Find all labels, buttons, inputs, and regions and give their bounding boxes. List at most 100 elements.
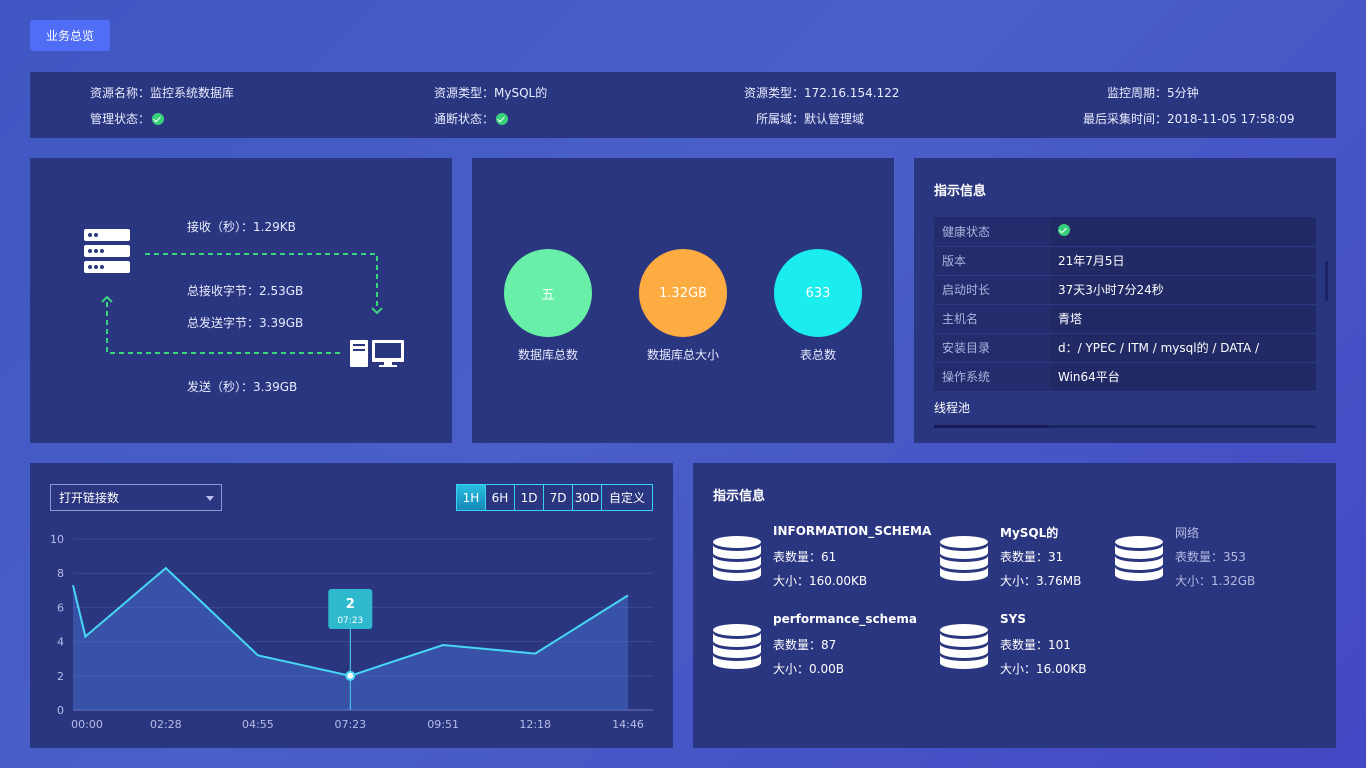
table-row: 启动时长 37天3小时7分24秒 [934,275,1316,305]
hostname-value: 青塔 [1050,304,1316,334]
database-icon [713,536,761,581]
database-size: 大小：16.00KB [1000,662,1087,676]
database-table-count: 表数量：353 [1175,550,1246,564]
range-6h-button[interactable]: 6H [486,485,515,510]
table-count-circle: 633 [774,249,862,337]
domain-text: 所属域：默认管理域 [756,112,865,126]
x-tick-label: 09:51 [427,718,459,731]
manage-status: 管理状态： [90,110,165,127]
tooltip-value: 2 [346,597,355,612]
chevron-down-icon [206,496,214,501]
install-dir-value: d：/ YPEC / ITM / mysql的 / DATA / [1050,333,1316,363]
indicator-info-panel: 指示信息 健康状态 版本 21年7月5日 启动时长 37天3小时7分24秒 主机名青… [914,158,1336,443]
metric-select[interactable]: 打开链接数 [50,484,222,511]
database-table-count: 表数量：61 [773,550,837,564]
x-tick-label: 07:23 [334,718,366,731]
monitor-period-text: 监控周期：5分钟 [1107,86,1199,100]
y-tick-label: 6 [57,601,64,614]
traffic-panel: 接收（秒）：1.29KB 总接收字节：2.53GB 总发送字节：3.39GB 发… [30,158,452,443]
database-table-count: 表数量：101 [1000,638,1071,652]
x-tick-label: 14:46 [612,718,644,731]
health-value [1050,217,1316,247]
hostname-key: 主机名 [934,304,1050,334]
last-collect-text: 最后采集时间：2018-11-05 17:58:09 [1083,112,1295,126]
resource-type: 资源类型：MySQL的 [434,84,547,101]
range-custom-button[interactable]: 自定义 [602,485,652,510]
health-ok-icon [1058,223,1070,236]
database-item[interactable]: 网络 表数量：353 大小：1.32GB [1115,524,1325,594]
db-count-label: 数据库总数 [517,348,578,362]
monitor-period: 监控周期：5分钟 [1107,84,1199,101]
traffic-diagram [84,229,404,367]
table-row: 主机名 青塔 [934,304,1316,334]
table-row: 安装目录 d：/ YPEC / ITM / mysql的 / DATA / [934,333,1316,363]
computer-icon [350,340,404,367]
overview-button[interactable]: 业务总览 [30,20,110,51]
os-value: Win64平台 [1050,362,1316,392]
receive-arrow-head [371,307,383,315]
uptime-value: 37天3小时7分24秒 [1050,275,1316,305]
receive-rate: 接收（秒）：1.29KB [187,220,296,234]
range-1h-button[interactable]: 1H [457,485,486,510]
table-row: 操作系统 Win64平台 [934,362,1316,392]
range-1d-button[interactable]: 1D [515,485,544,510]
resource-info-bar: 资源名称：监控系统数据库 资源类型：MySQL的 资源类型：172.16.154… [30,72,1336,138]
resource-ip-text: 资源类型：172.16.154.122 [744,86,900,100]
table-row: 健康状态 [934,217,1316,247]
db-size-label: 数据库总大小 [646,348,719,362]
total-received: 总接收字节：2.53GB [187,284,304,298]
database-name: MySQL的 [1000,526,1059,540]
y-tick-label: 8 [57,567,64,580]
manage-status-ok-icon [152,112,165,125]
database-icon [940,536,988,581]
x-tick-label: 04:55 [242,718,274,731]
database-name: 网络 [1175,526,1200,540]
resource-type-text: 资源类型：MySQL的 [434,86,548,100]
install-dir-key: 安装目录 [934,333,1050,363]
db-size-circle: 1.32GB [639,249,727,337]
range-7d-button[interactable]: 7D [544,485,573,510]
y-tick-label: 10 [50,533,64,546]
database-name: SYS [1000,612,1026,626]
conn-status: 通断状态： [434,110,509,127]
chart-panel: 打开链接数 1H 6H 1D 7D 30D 自定义 0 2 4 6 8 10 00:00 02… [30,463,673,748]
table-count-label: 表总数 [799,348,836,362]
database-size: 大小：0.00B [773,662,844,676]
send-arrow-head [101,295,113,303]
database-size: 大小：160.00KB [773,574,868,588]
table-count-value: 633 [805,285,831,301]
thread-pool-bar [934,425,1316,428]
database-list-title: 指示信息 [713,489,766,504]
indicator-table: 健康状态 版本 21年7月5日 启动时长 37天3小时7分24秒 主机名 青塔 安装目… [934,217,1316,392]
database-item[interactable]: performance_schema 表数量：87 大小：0.00B [713,612,923,682]
database-size: 大小：3.76MB [1000,574,1082,588]
database-name: performance_schema [773,612,917,626]
table-row: 版本 21年7月5日 [934,246,1316,276]
total-sent: 总发送字节：3.39GB [187,316,304,330]
health-key: 健康状态 [934,217,1050,247]
resource-ip: 资源类型：172.16.154.122 [744,84,899,101]
range-30d-button[interactable]: 30D [573,485,602,510]
last-collect-time: 最后采集时间：2018-11-05 17:58:09 [1083,110,1294,127]
indicator-info-title: 指示信息 [934,184,987,199]
x-tick-label: 02:28 [150,718,182,731]
database-icon [940,624,988,669]
time-range-group: 1H 6H 1D 7D 30D 自定义 [456,484,653,511]
resource-name-text: 资源名称：监控系统数据库 [90,86,235,100]
tooltip-time: 07:23 [337,616,363,626]
version-value: 21年7月5日 [1050,246,1316,276]
y-tick-label: 4 [57,636,64,649]
conn-status-label: 通断状态： [434,112,495,126]
database-item[interactable]: SYS 表数量：101 大小：16.00KB [940,612,1150,682]
db-count-circle: 五 [504,249,592,337]
database-name: INFORMATION_SCHEMA [773,524,932,538]
uptime-key: 启动时长 [934,275,1050,305]
x-tick-label: 12:18 [519,718,551,731]
manage-status-label: 管理状态： [90,112,151,126]
scrollbar[interactable] [1325,261,1328,301]
y-tick-label: 0 [57,704,64,717]
thread-pool-label: 线程池 [934,401,971,415]
os-key: 操作系统 [934,362,1050,392]
server-icon [84,229,130,273]
database-item[interactable]: INFORMATION_SCHEMA 表数量：61 大小：160.00KB [713,524,931,594]
